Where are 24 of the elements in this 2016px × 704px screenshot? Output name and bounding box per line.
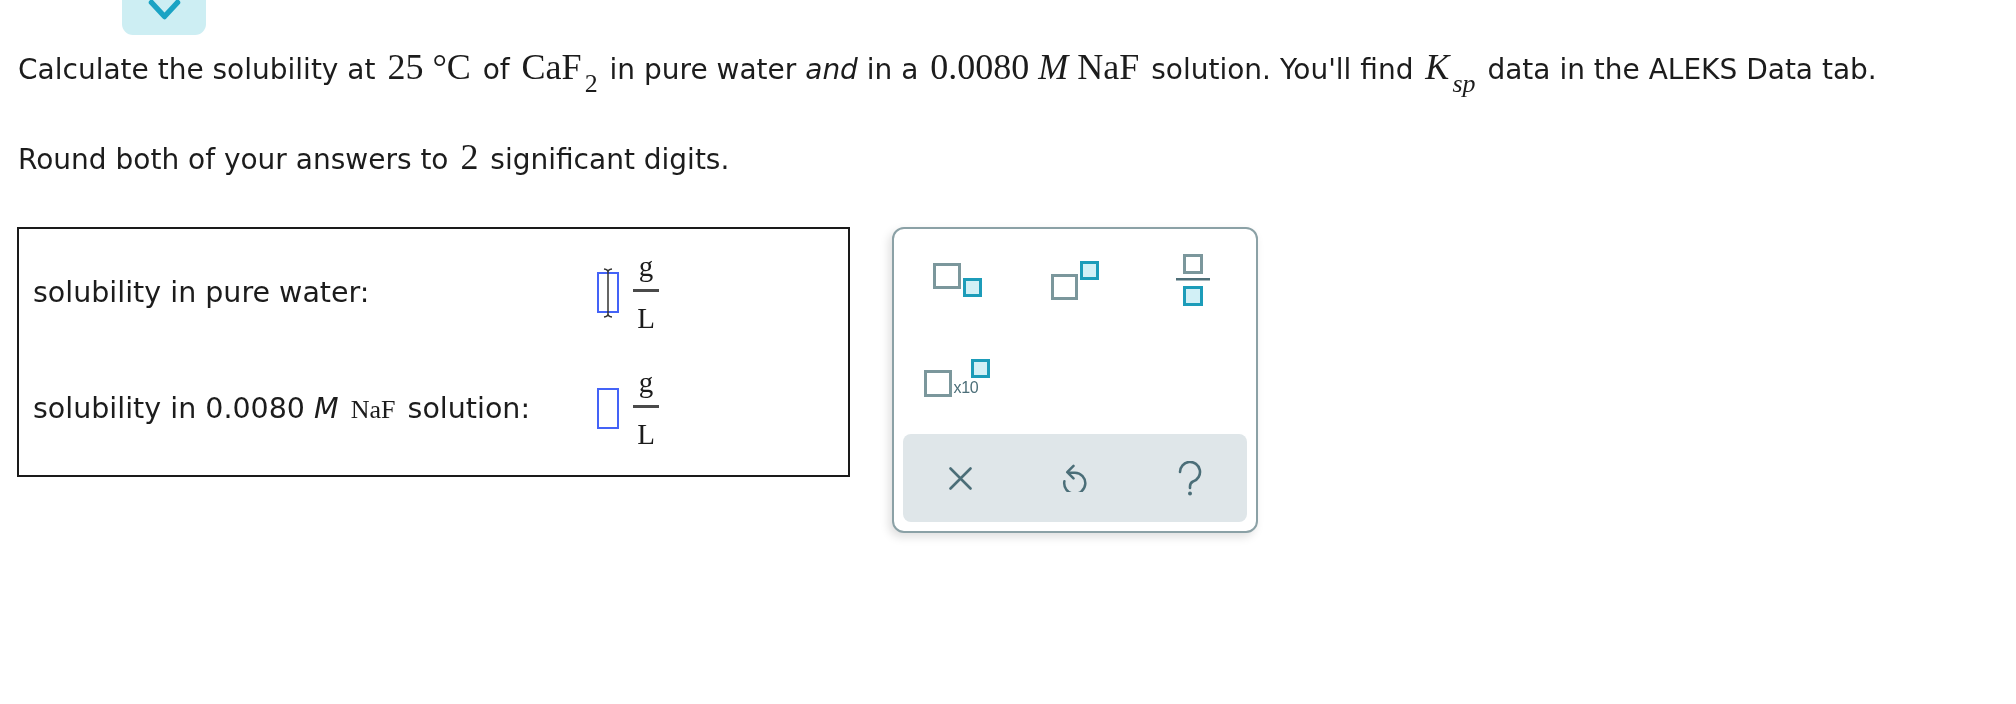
chevron-down-icon xyxy=(147,0,181,20)
collapse-tab[interactable] xyxy=(122,0,206,35)
fraction-bar xyxy=(633,405,659,408)
unit-numerator: g xyxy=(638,250,654,283)
text-cursor-icon xyxy=(603,268,613,318)
unit-denominator: L xyxy=(637,302,655,335)
answer-field[interactable] xyxy=(597,272,619,313)
unit-numerator: g xyxy=(638,366,654,399)
square-icon xyxy=(923,370,952,397)
subscript-icon xyxy=(932,263,982,297)
exponent-square-icon xyxy=(971,359,991,378)
answer-label: solubility in 0.0080 M NaF solution: xyxy=(33,392,531,425)
answer-label: solubility in pure water: xyxy=(33,276,371,309)
instruction-text: Round both of your answers to 2 significant digits. xyxy=(18,136,731,179)
fraction-icon xyxy=(1176,254,1210,306)
scientific-notation-button[interactable]: x10 xyxy=(920,356,994,400)
undo-icon xyxy=(1061,464,1089,492)
answer-field[interactable] xyxy=(597,388,619,429)
cross-icon xyxy=(948,466,972,490)
fraction-bar xyxy=(633,289,659,292)
help-icon xyxy=(1177,460,1202,496)
fraction-button[interactable] xyxy=(1173,251,1213,309)
superscript-icon xyxy=(1051,260,1099,300)
unit-denominator: L xyxy=(637,418,655,451)
